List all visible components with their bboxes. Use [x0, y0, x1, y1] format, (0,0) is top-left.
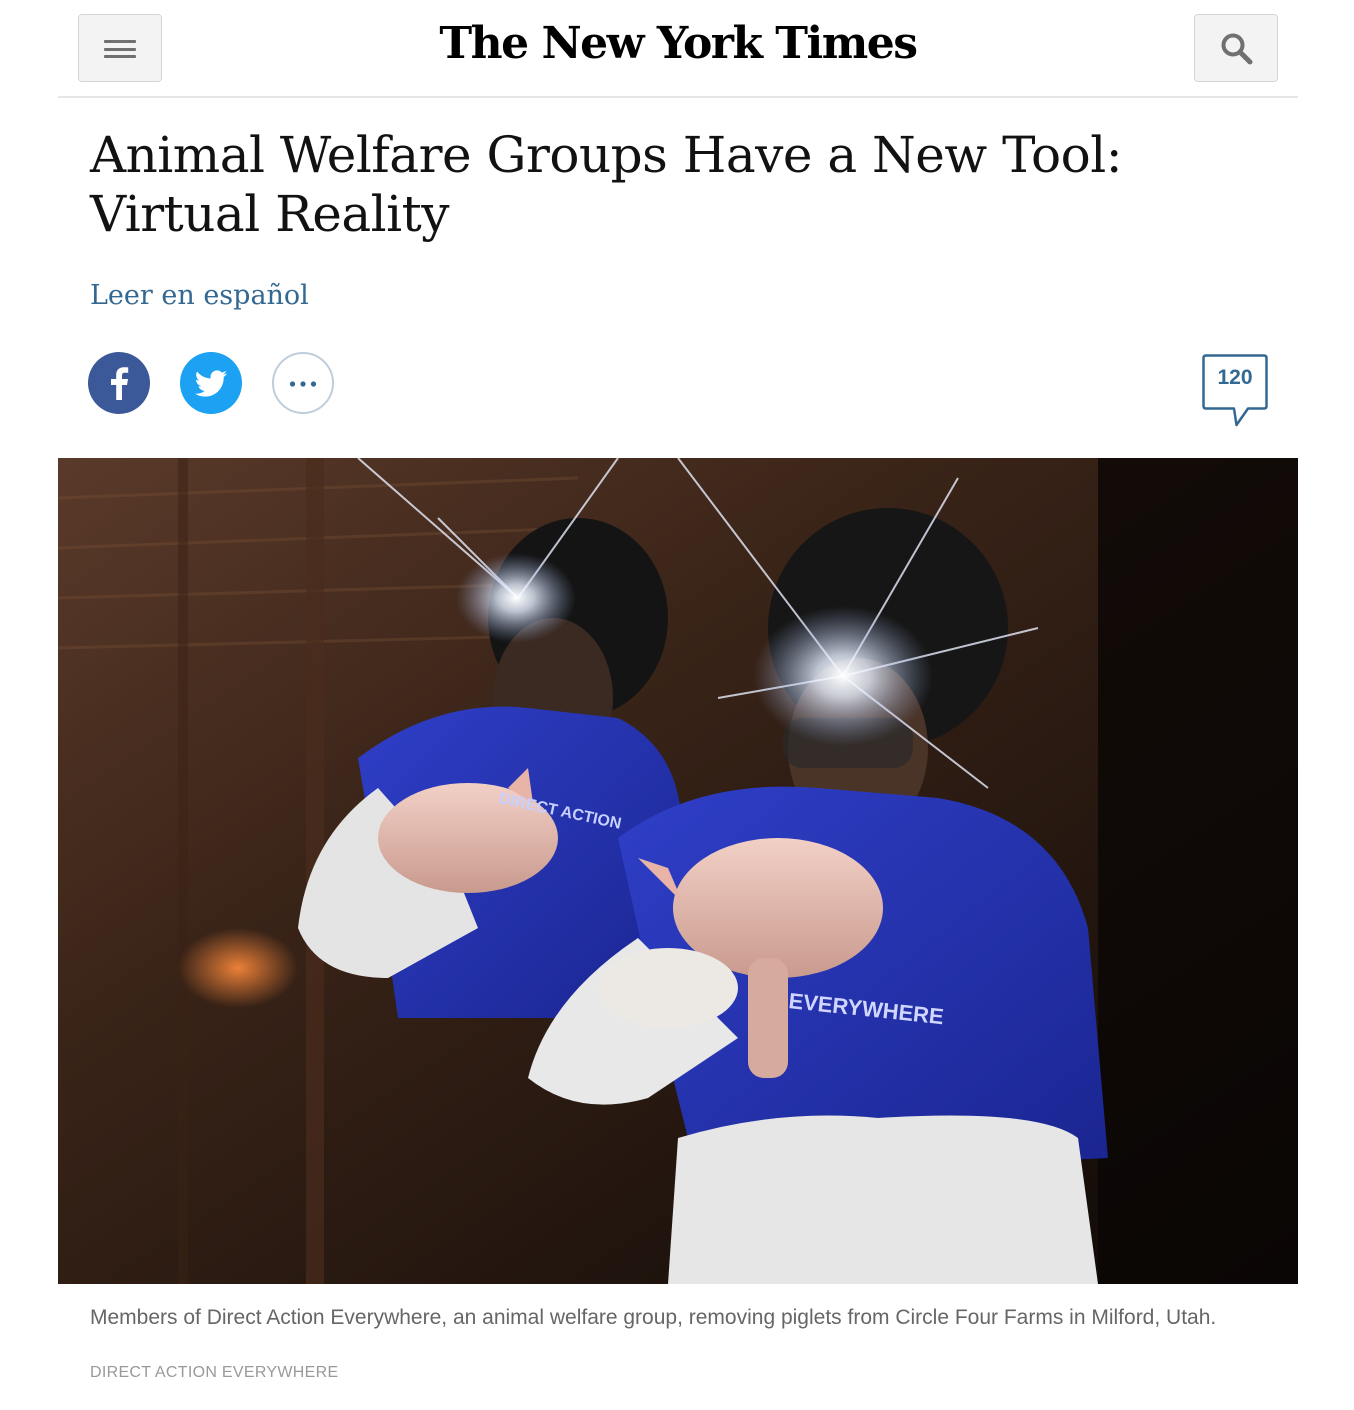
- photo-caption: Members of Direct Action Everywhere, an …: [90, 1306, 1217, 1329]
- site-logo[interactable]: The New York Times: [58, 18, 1298, 69]
- twitter-icon: [194, 370, 227, 397]
- search-button[interactable]: [1194, 14, 1278, 82]
- search-icon: [1221, 33, 1253, 65]
- facebook-share-button[interactable]: [88, 352, 150, 414]
- photo-credit: DIRECT ACTION EVERYWHERE: [90, 1364, 339, 1381]
- twitter-share-button[interactable]: [180, 352, 242, 414]
- photo-illustration: DIRECT ACTION EVERYWHERE: [58, 458, 1298, 1284]
- site-header: The New York Times: [58, 0, 1298, 98]
- comments-button[interactable]: 120: [1202, 354, 1268, 428]
- comment-count: 120: [1217, 366, 1253, 389]
- more-share-options-button[interactable]: [272, 352, 334, 414]
- lead-photo: DIRECT ACTION EVERYWHERE: [58, 458, 1298, 1284]
- facebook-icon: [111, 367, 129, 400]
- article-headline: Animal Welfare Groups Have a New Tool: V…: [90, 126, 1123, 243]
- spanish-translation-link[interactable]: Leer en español: [90, 280, 309, 311]
- more-options-icon: [289, 381, 317, 387]
